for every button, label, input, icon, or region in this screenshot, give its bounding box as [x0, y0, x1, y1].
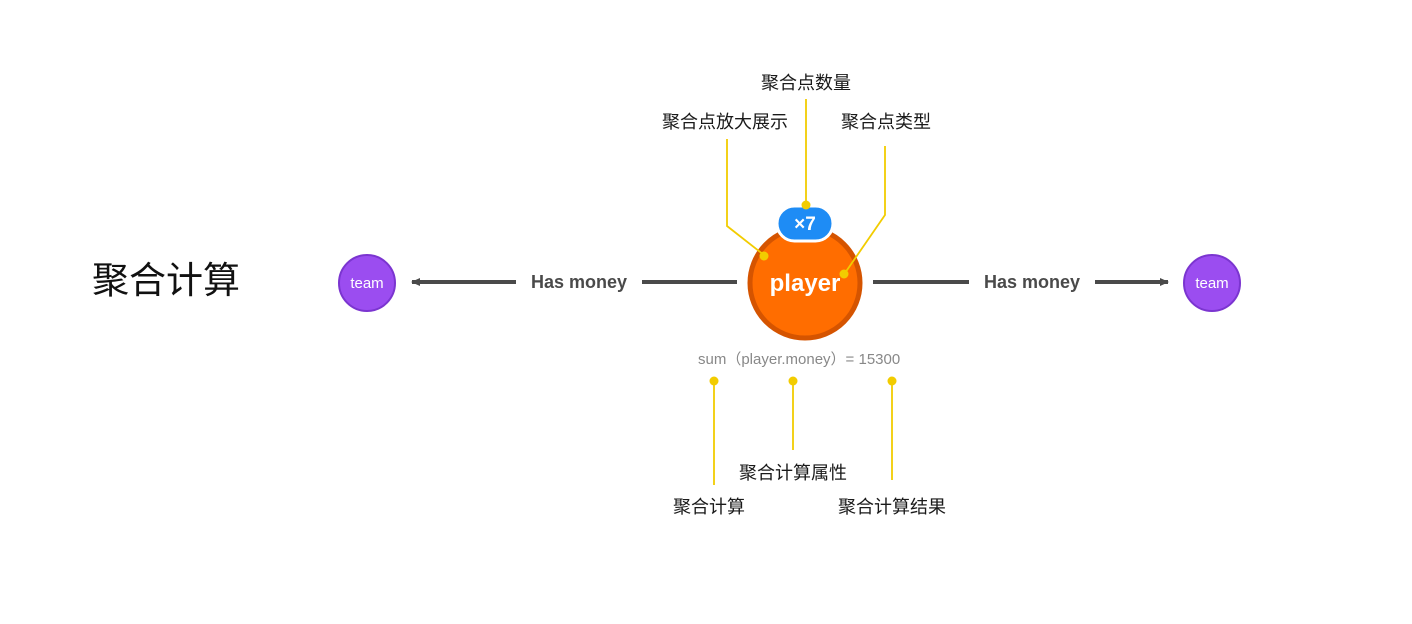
- annotation-type: 聚合点类型: [841, 112, 931, 133]
- aggregation-diagram: Has money Has money team team player ×7 …: [338, 73, 1241, 518]
- edge-left-label: Has money: [531, 272, 627, 292]
- leader-agg-property-dot: [788, 376, 798, 386]
- team-node-right-label: team: [1195, 275, 1228, 292]
- leader-agg-result-dot: [887, 376, 897, 386]
- count-badge-label: ×7: [794, 214, 816, 235]
- player-node-label: player: [770, 270, 841, 297]
- leader-zoom-dot: [759, 251, 769, 261]
- annotation-agg-property: 聚合计算属性: [739, 463, 847, 484]
- aggregation-formula: sum（player.money）= 15300: [698, 351, 900, 368]
- count-badge: ×7: [775, 204, 835, 243]
- team-node-left[interactable]: team: [338, 254, 396, 312]
- leader-dots-bottom: [709, 376, 897, 386]
- annotation-zoom: 聚合点放大展示: [662, 112, 788, 133]
- leader-zoom: [726, 139, 765, 256]
- player-aggregate-node[interactable]: player: [747, 225, 863, 341]
- edge-right[interactable]: Has money: [873, 272, 1169, 292]
- leader-count-dot: [801, 200, 811, 210]
- annotation-agg-result: 聚合计算结果: [838, 497, 946, 518]
- leader-agg-calc-dot: [709, 376, 719, 386]
- annotation-agg-calc: 聚合计算: [673, 497, 745, 518]
- team-node-right[interactable]: team: [1183, 254, 1241, 312]
- edge-left[interactable]: Has money: [411, 272, 737, 292]
- team-node-left-label: team: [350, 275, 383, 292]
- annotation-count: 聚合点数量: [761, 73, 851, 94]
- leader-type-dot: [839, 269, 849, 279]
- edge-right-label: Has money: [984, 272, 1080, 292]
